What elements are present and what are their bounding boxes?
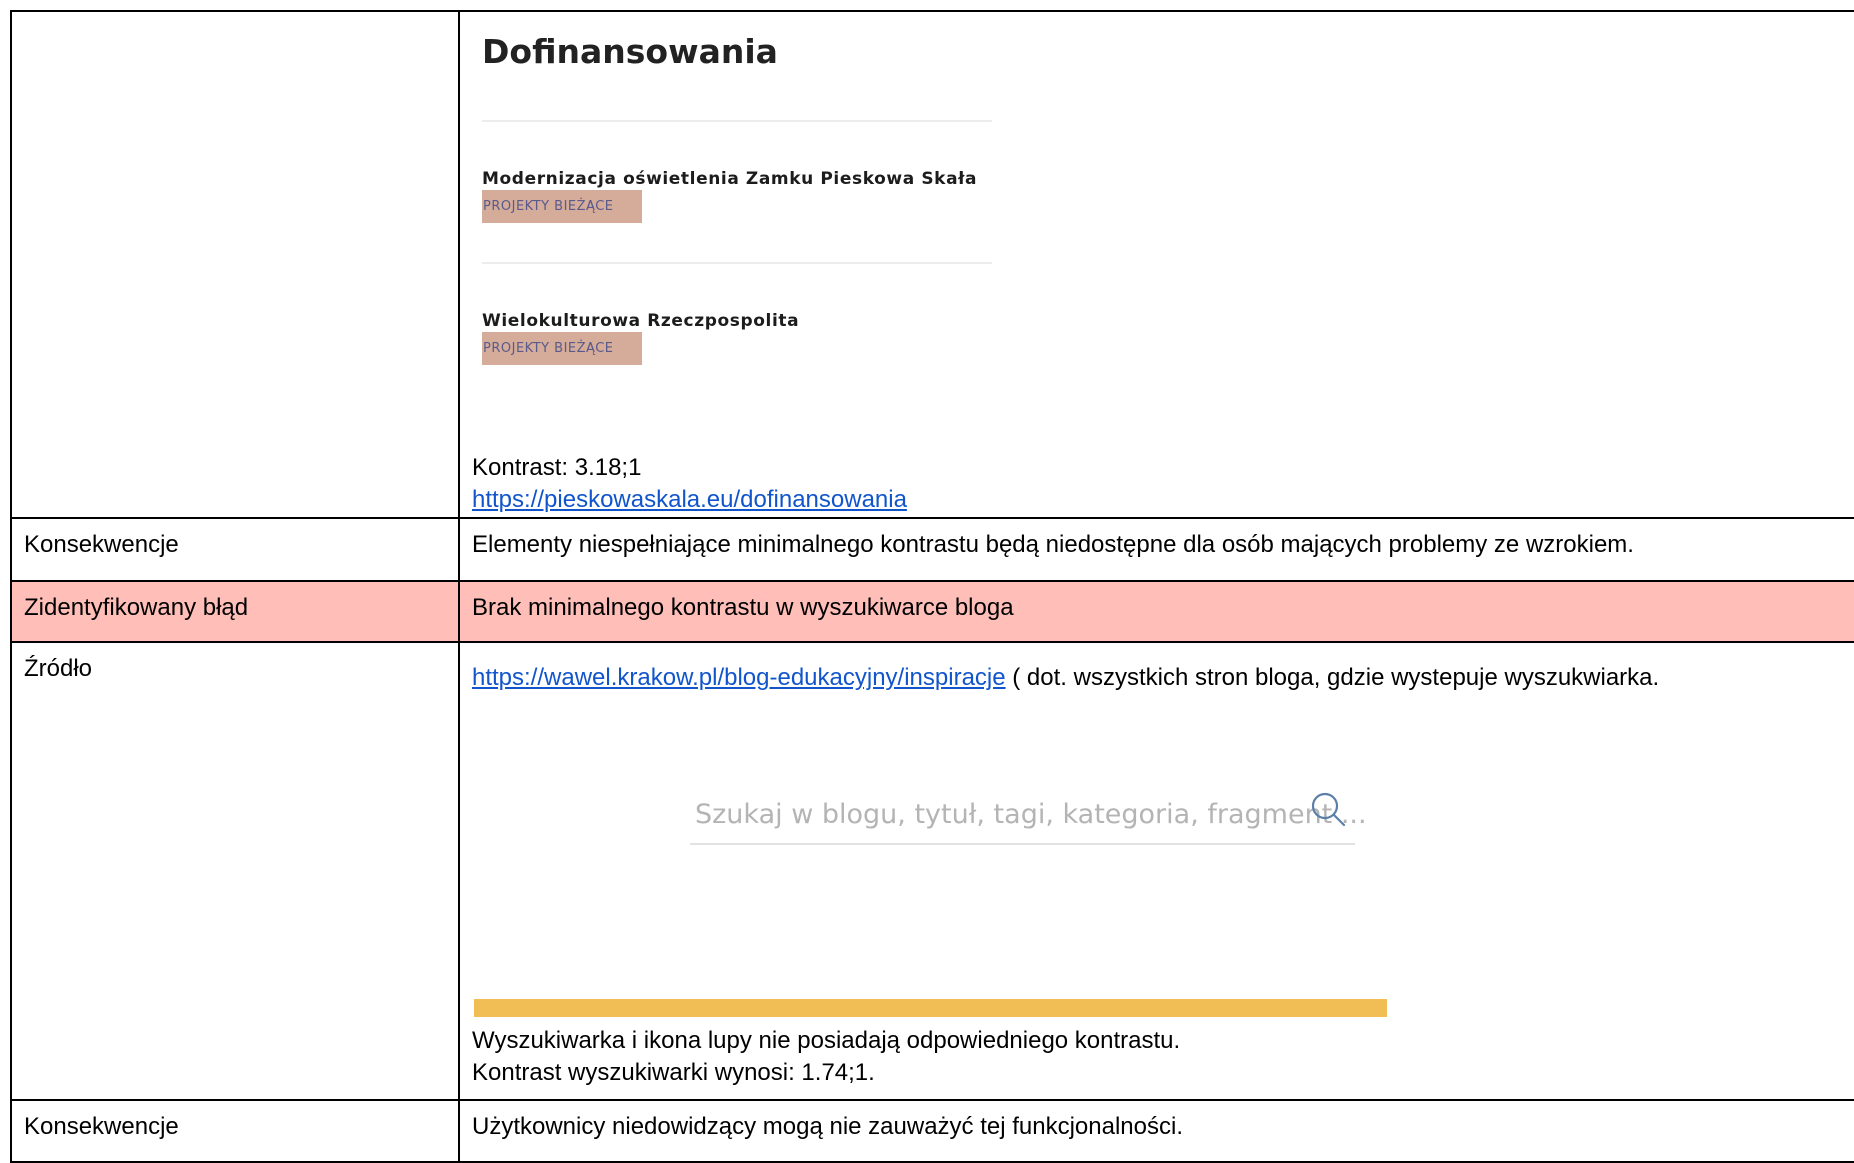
divider — [482, 120, 992, 122]
source-label: Źródło — [24, 655, 93, 682]
source-content: https://wawel.krakow.pl/blog-edukacyjny/… — [472, 643, 1854, 1093]
divider — [482, 262, 992, 264]
consequences-row: Konsekwencje Użytkownicy niedowidzący mo… — [10, 1099, 1854, 1163]
screenshot-row: Dofinansowania Modernizacja oświetlenia … — [10, 10, 1854, 519]
consequences-label: Konsekwencje — [24, 531, 179, 558]
search-note-line: Wyszukiwarka i ikona lupy nie posiadają … — [472, 1027, 1181, 1054]
search-contrast-note: Wyszukiwarka i ikona lupy nie posiadają … — [472, 1025, 1180, 1089]
consequences-label: Konsekwencje — [24, 1113, 179, 1140]
project-tag: PROJEKTY BIEŻĄCE — [482, 190, 642, 223]
row-content: Elementy niespełniające minimalnego kont… — [458, 517, 1854, 582]
source-line: https://wawel.krakow.pl/blog-edukacyjny/… — [472, 662, 1659, 694]
identified-error-label: Zidentyfikowany błąd — [24, 594, 249, 621]
page-screenshot: Dofinansowania Modernizacja oświetlenia … — [472, 12, 1854, 513]
row-content: Brak minimalnego kontrastu w wyszukiwarc… — [458, 580, 1854, 643]
search-contrast-value: Kontrast wyszukiwarki wynosi: 1.74;1. — [472, 1059, 875, 1086]
row-label: Zidentyfikowany błąd — [10, 580, 460, 643]
empty-label-cell — [10, 10, 460, 519]
consequences-text: Elementy niespełniające minimalnego kont… — [472, 531, 1634, 558]
source-row: Źródło https://wawel.krakow.pl/blog-eduk… — [10, 641, 1854, 1101]
row-content: https://wawel.krakow.pl/blog-edukacyjny/… — [458, 641, 1854, 1101]
blog-link[interactable]: https://wawel.krakow.pl/blog-edukacyjny/… — [472, 664, 1006, 691]
search-placeholder: Szukaj w blogu, tytuł, tagi, kategoria, … — [695, 799, 1367, 830]
screenshot-page-title: Dofinansowania — [482, 32, 778, 71]
identified-error-row: Zidentyfikowany błąd Brak minimalnego ko… — [10, 580, 1854, 643]
contrast-note: Kontrast: 3.18;1 https://pieskowaskala.e… — [472, 452, 907, 516]
consequences-text: Użytkownicy niedowidzący mogą nie zauważ… — [472, 1113, 1183, 1140]
source-note: ( dot. wszystkich stron bloga, gdzie wys… — [1005, 664, 1660, 691]
project-tag: PROJEKTY BIEŻĄCE — [482, 332, 642, 365]
row-label: Konsekwencje — [10, 517, 460, 582]
screenshot-cell: Dofinansowania Modernizacja oświetlenia … — [458, 10, 1854, 519]
report-table: Dofinansowania Modernizacja oświetlenia … — [10, 10, 1854, 1163]
row-label: Źródło — [10, 641, 460, 1101]
contrast-value: Kontrast: 3.18;1 — [472, 454, 642, 481]
row-label: Konsekwencje — [10, 1099, 460, 1163]
identified-error-text: Brak minimalnego kontrastu w wyszukiwarc… — [472, 594, 1014, 621]
row-content: Użytkownicy niedowidzący mogą nie zauważ… — [458, 1099, 1854, 1163]
project-title: Wielokulturowa Rzeczpospolita — [482, 311, 800, 331]
highlight-bar — [474, 999, 1387, 1017]
project-title: Modernizacja oświetlenia Zamku Pieskowa … — [482, 169, 978, 189]
search-icon[interactable] — [1308, 789, 1348, 829]
consequences-row: Konsekwencje Elementy niespełniające min… — [10, 517, 1854, 582]
source-link[interactable]: https://pieskowaskala.eu/dofinansowania — [472, 486, 907, 513]
blog-search-box[interactable]: Szukaj w blogu, tytuł, tagi, kategoria, … — [690, 779, 1367, 845]
